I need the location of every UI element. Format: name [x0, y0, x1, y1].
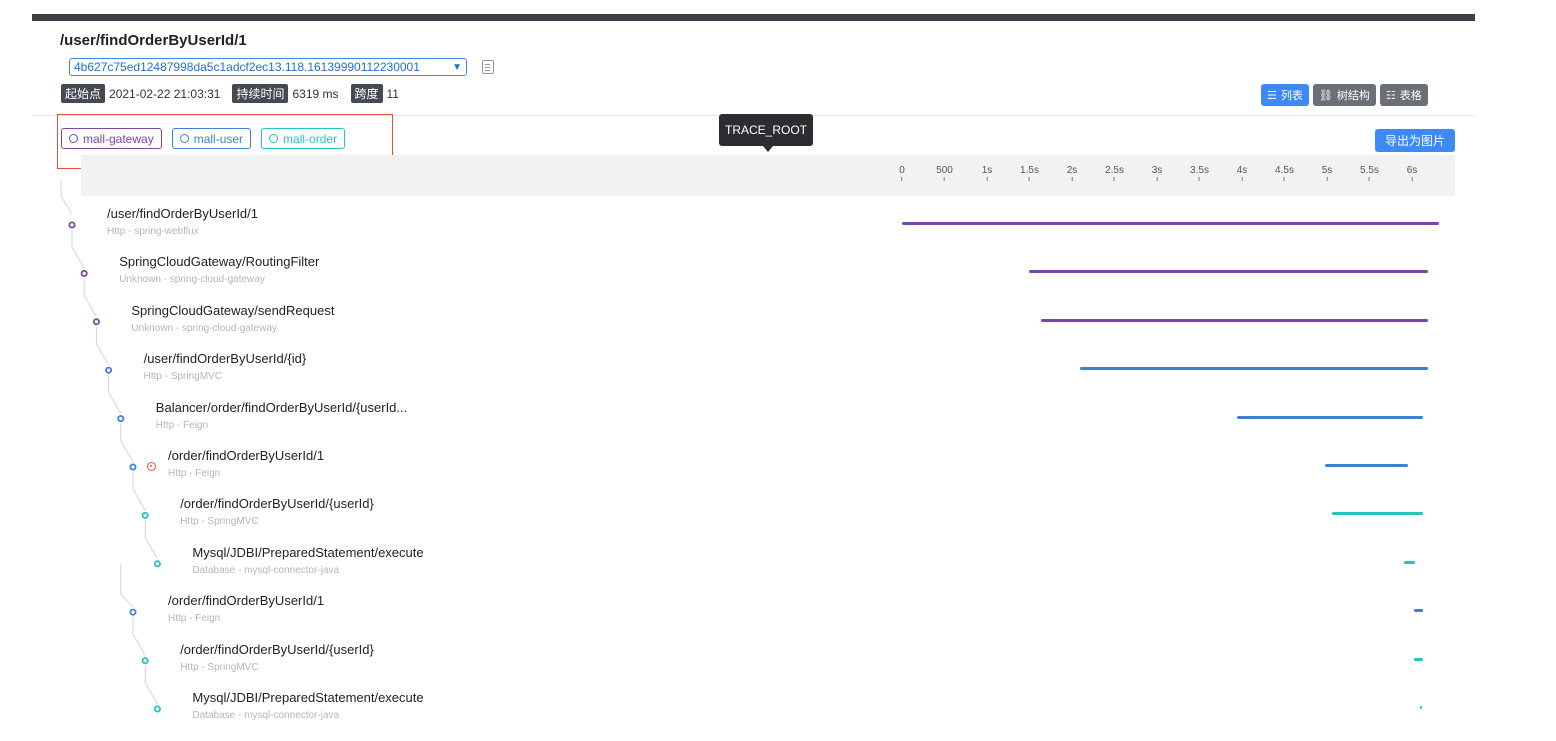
- list-icon: ☰: [1267, 89, 1277, 102]
- span-duration-bar[interactable]: [1325, 464, 1408, 467]
- table-view-button[interactable]: ☷ 表格: [1379, 84, 1428, 106]
- trace-root-tooltip: TRACE_ROOT: [719, 114, 813, 152]
- service-tag-mall-user[interactable]: mall-user: [171, 128, 252, 149]
- table-icon: ☷: [1385, 89, 1396, 102]
- service-filter: mall-gateway mall-user mall-order: [61, 128, 346, 149]
- view-switcher: ☰ 列表 ⛓ 树结构 ☷ 表格: [1261, 84, 1428, 106]
- axis-tick: 4s: [1237, 165, 1247, 181]
- chevron-down-icon: ▼: [452, 61, 462, 73]
- span-component: Database - mysql-connector-java: [192, 710, 340, 721]
- span-component: Http - spring-webflux: [107, 226, 199, 237]
- span-component: Unknown - spring-cloud-gateway: [119, 274, 265, 286]
- axis-tick: 6s: [1407, 165, 1417, 181]
- span-duration-bar[interactable]: [1040, 318, 1429, 322]
- span-name: /order/findOrderByUserId/1: [168, 448, 325, 463]
- span-row[interactable]: /order/findOrderByUserId/{userId} Http - …: [0, 496, 1556, 544]
- axis-tick: 3.5s: [1190, 165, 1209, 181]
- axis-tick: 500: [936, 165, 953, 181]
- timeline-axis: [81, 155, 1455, 196]
- span-component: Http - SpringMVC: [180, 516, 259, 528]
- span-component: Http - SpringMVC: [143, 371, 222, 383]
- axis-tick: 2.5s: [1105, 165, 1124, 181]
- trace-meta: 起始点 2021-02-22 21:03:31 持续时间 6319 ms 跨度 …: [61, 84, 411, 103]
- span-duration-bar[interactable]: [1419, 706, 1422, 709]
- span-name: /user/findOrderByUserId/1: [107, 206, 259, 221]
- top-bar: [32, 14, 1475, 21]
- circle-icon: [69, 134, 78, 143]
- span-count-label: 跨度: [350, 84, 383, 103]
- span-duration-bar[interactable]: [1236, 415, 1424, 419]
- list-view-button[interactable]: ☰ 列表: [1261, 84, 1309, 106]
- error-icon: [147, 462, 156, 471]
- span-component: Http - Feign: [168, 613, 221, 625]
- span-row[interactable]: Mysql/JDBI/PreparedStatement/execute Data…: [0, 545, 1556, 593]
- span-row[interactable]: SpringCloudGateway/sendRequest Unknown - …: [0, 303, 1556, 351]
- span-name: Balancer/order/findOrderByUserId/{userId…: [155, 399, 408, 415]
- span-name: SpringCloudGateway/RoutingFilter: [119, 254, 320, 270]
- duration-value: 6319 ms: [292, 86, 339, 101]
- span-component: Http - Feign: [168, 468, 221, 479]
- axis-tick: 0: [899, 165, 905, 181]
- span-component: Http - SpringMVC: [180, 661, 259, 673]
- span-row[interactable]: SpringCloudGateway/RoutingFilter Unknown …: [0, 254, 1556, 302]
- span-component: Database - mysql-connector-java: [192, 564, 340, 576]
- span-component: Unknown - spring-cloud-gateway: [131, 322, 278, 334]
- span-name: /order/findOrderByUserId/1: [168, 593, 325, 609]
- axis-tick: 4.5s: [1275, 165, 1294, 181]
- span-name: Mysql/JDBI/PreparedStatement/execute: [192, 690, 424, 705]
- span-duration-bar[interactable]: [902, 222, 1440, 225]
- axis-tick: 5.5s: [1360, 165, 1379, 181]
- span-row[interactable]: /order/findOrderByUserId/1 Http - Feign: [0, 448, 1556, 496]
- span-duration-bar[interactable]: [1404, 560, 1415, 564]
- span-row[interactable]: /user/findOrderByUserId/{id} Http - Sprin…: [0, 351, 1556, 399]
- axis-tick: 5s: [1322, 165, 1332, 181]
- span-name: /order/findOrderByUserId/{userId}: [180, 641, 374, 657]
- circle-icon: [179, 134, 189, 143]
- span-count-value: 11: [386, 86, 399, 101]
- start-value: 2021-02-22 21:03:31: [109, 86, 221, 101]
- page-title: /user/findOrderByUserId/1: [60, 32, 247, 49]
- span-row[interactable]: /order/findOrderByUserId/1 Http - Feign: [0, 593, 1556, 641]
- span-duration-bar[interactable]: [1079, 367, 1429, 371]
- span-component: Http - Feign: [155, 419, 209, 431]
- span-row[interactable]: /user/findOrderByUserId/1 Http - spring-w…: [0, 206, 1556, 254]
- span-name: Mysql/JDBI/PreparedStatement/execute: [192, 544, 424, 560]
- service-tag-mall-order[interactable]: mall-order: [261, 128, 346, 149]
- span-duration-bar[interactable]: [1332, 512, 1424, 516]
- span-duration-bar[interactable]: [1413, 609, 1424, 613]
- trace-id-value: 4b627c75ed12487998da5c1adcf2ec13.118.161…: [74, 60, 420, 74]
- duration-label: 持续时间: [232, 84, 289, 103]
- service-tag-mall-gateway[interactable]: mall-gateway: [61, 128, 162, 149]
- axis-tick: 1s: [982, 165, 992, 181]
- tree-icon: ⛓: [1318, 89, 1333, 102]
- span-row[interactable]: /order/findOrderByUserId/{userId} Http - …: [0, 642, 1556, 690]
- span-row[interactable]: Mysql/JDBI/PreparedStatement/execute Data…: [0, 690, 1556, 738]
- tree-view-button[interactable]: ⛓ 树结构: [1312, 84, 1376, 106]
- span-name: SpringCloudGateway/sendRequest: [131, 302, 335, 318]
- axis-tick: 2s: [1067, 165, 1077, 181]
- span-row[interactable]: Balancer/order/findOrderByUserId/{userId…: [0, 400, 1556, 448]
- start-label: 起始点: [61, 84, 106, 103]
- axis-tick: 1.5s: [1020, 165, 1039, 181]
- export-image-button[interactable]: 导出为图片: [1375, 129, 1455, 152]
- span-name: /order/findOrderByUserId/{userId}: [180, 496, 374, 512]
- axis-tick: 3s: [1152, 165, 1162, 181]
- copy-icon[interactable]: [482, 60, 494, 74]
- circle-icon: [269, 134, 279, 143]
- span-duration-bar[interactable]: [1028, 270, 1429, 274]
- trace-id-select[interactable]: 4b627c75ed12487998da5c1adcf2ec13.118.161…: [69, 58, 467, 76]
- span-duration-bar[interactable]: [1413, 657, 1424, 661]
- span-name: /user/findOrderByUserId/{id}: [143, 351, 307, 367]
